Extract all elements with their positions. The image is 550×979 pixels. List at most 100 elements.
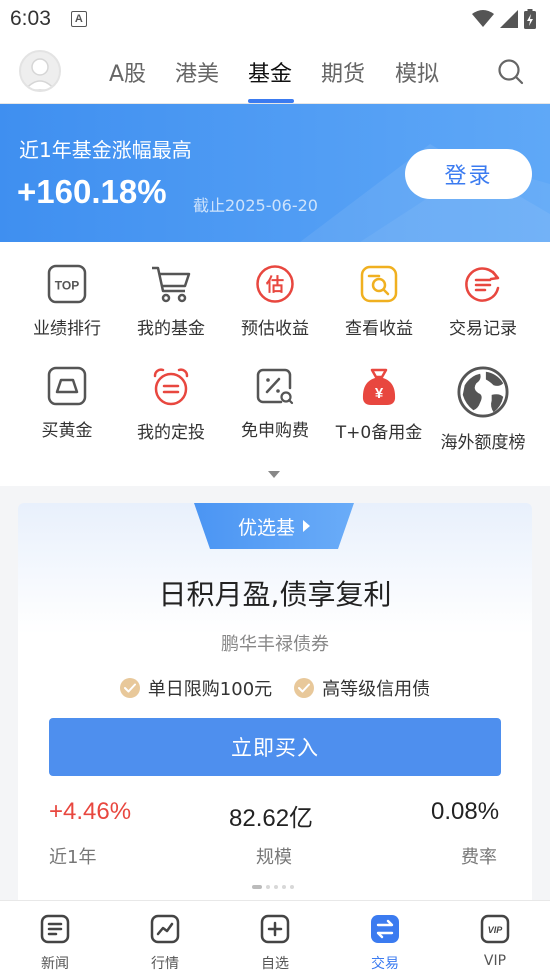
banner-date: 截止2025-06-20 xyxy=(193,196,318,215)
bottom-nav-label: 交易 xyxy=(371,956,399,972)
promo-banner[interactable]: 近1年基金涨幅最高 +160.18% 截止2025-06-20 登录 xyxy=(0,104,550,242)
svg-text:¥: ¥ xyxy=(375,385,384,402)
feature-item: 高等级信用债 xyxy=(294,675,430,701)
feature-label: 高等级信用债 xyxy=(322,679,431,700)
battery-icon xyxy=(524,9,536,29)
carousel-dot xyxy=(266,885,270,889)
search-doc-icon xyxy=(353,264,405,304)
cart-icon xyxy=(145,264,197,304)
watchlist-icon xyxy=(259,913,291,945)
market-icon xyxy=(149,913,181,945)
grid-item-buy-gold[interactable]: 买黄金 xyxy=(12,344,122,441)
grid-label: 业绩排行 xyxy=(33,319,101,339)
stat-size-value: 82.62亿 xyxy=(229,805,314,832)
grid-label: 交易记录 xyxy=(449,319,517,339)
bottom-nav-trade[interactable]: 交易 xyxy=(330,901,440,979)
gold-icon xyxy=(41,366,93,406)
grid-item-my-sip[interactable]: 我的定投 xyxy=(116,344,226,443)
buy-now-button[interactable]: 立即买入 xyxy=(49,718,501,776)
status-bar: 6:03 A xyxy=(0,0,550,38)
expand-arrow-icon[interactable] xyxy=(268,471,280,478)
bottom-nav-watchlist[interactable]: 自选 xyxy=(220,901,330,979)
estimate-icon: 估 xyxy=(249,264,301,304)
grid-item-t0-reserve[interactable]: ¥ T+0备用金 xyxy=(324,344,434,443)
avatar[interactable] xyxy=(19,50,61,92)
trade-icon xyxy=(369,913,401,945)
carousel-dots xyxy=(252,885,294,889)
grid-item-estimate-earnings[interactable]: 估 预估收益 xyxy=(220,242,330,339)
bottom-nav-market[interactable]: 行情 xyxy=(110,901,220,979)
money-bag-icon: ¥ xyxy=(353,366,405,408)
bottom-nav-news[interactable]: 新闻 xyxy=(0,901,110,979)
alarm-icon xyxy=(145,366,197,408)
card-title: 日积月盈,债享复利 xyxy=(158,578,392,611)
globe-icon xyxy=(457,366,509,418)
banner-title: 近1年基金涨幅最高 xyxy=(19,138,192,162)
status-icons xyxy=(472,9,536,29)
active-tab-indicator xyxy=(248,99,294,103)
svg-text:估: 估 xyxy=(265,274,284,296)
feature-grid: TOP 业绩排行 我的基金 估 预估收益 查看收益 交易记录 买黄金 我的定投 … xyxy=(0,242,550,486)
svg-text:VIP: VIP xyxy=(488,925,504,935)
stat-fee-label: 费率 xyxy=(461,847,497,868)
grid-item-overseas-quota[interactable]: 海外额度榜 xyxy=(428,344,538,453)
user-icon xyxy=(24,58,56,90)
play-arrow-icon xyxy=(303,520,310,532)
bottom-nav-vip[interactable]: VIP VIP xyxy=(440,901,550,979)
page: 6:03 A A股 港美 基金 期货 模拟 近1年基金涨幅最高 +160.18%… xyxy=(0,0,550,979)
tab-simulation[interactable]: 模拟 xyxy=(395,56,439,88)
discount-icon xyxy=(249,366,301,406)
tab-funds[interactable]: 基金 xyxy=(248,56,292,88)
grid-label: 买黄金 xyxy=(41,421,93,441)
featured-tag-label: 优选基 xyxy=(237,516,295,539)
check-icon xyxy=(294,678,315,698)
feature-label: 单日限购100元 xyxy=(147,679,273,700)
grid-item-performance-ranking[interactable]: TOP 业绩排行 xyxy=(12,242,122,339)
svg-text:TOP: TOP xyxy=(55,279,79,293)
featured-fund-card[interactable]: 优选基 日积月盈,债享复利 鹏华丰禄债券 单日限购100元 高等级信用债 立即买… xyxy=(18,503,532,913)
news-icon xyxy=(39,913,71,945)
feature-list: 单日限购100元 高等级信用债 xyxy=(18,675,532,701)
tab-futures[interactable]: 期货 xyxy=(321,56,365,88)
grid-item-my-funds[interactable]: 我的基金 xyxy=(116,242,226,339)
stat-return-value: +4.46% xyxy=(49,798,132,825)
carousel-dot xyxy=(290,885,294,889)
fund-name: 鹏华丰禄债券 xyxy=(221,634,329,655)
grid-label: 免申购费 xyxy=(241,421,309,441)
carousel-dot xyxy=(282,885,286,889)
signal-icon xyxy=(500,10,518,28)
record-icon xyxy=(457,264,509,304)
stat-fee-value: 0.08% xyxy=(431,798,500,825)
featured-tag[interactable]: 优选基 xyxy=(194,503,354,549)
bottom-nav-label: 自选 xyxy=(261,956,289,972)
grid-item-no-subscription-fee[interactable]: 免申购费 xyxy=(220,344,330,441)
notification-a-icon: A xyxy=(70,11,87,27)
login-button[interactable]: 登录 xyxy=(405,149,532,199)
bottom-nav: 新闻 行情 自选 交易 VIP VIP xyxy=(0,900,550,979)
check-icon xyxy=(119,678,140,698)
stat-size-label: 规模 xyxy=(256,847,292,868)
tab-hk-us[interactable]: 港美 xyxy=(175,56,219,88)
grid-label: 预估收益 xyxy=(241,319,309,339)
banner-return-value: +160.18% xyxy=(17,173,167,210)
bottom-nav-label: VIP xyxy=(483,953,507,969)
feature-item: 单日限购100元 xyxy=(119,675,273,701)
stat-return-label: 近1年 xyxy=(49,847,97,868)
grid-label: T+0备用金 xyxy=(335,423,423,443)
grid-label: 我的基金 xyxy=(137,319,205,339)
tab-a-shares[interactable]: A股 xyxy=(109,56,146,88)
grid-label: 海外额度榜 xyxy=(440,433,526,453)
grid-item-view-earnings[interactable]: 查看收益 xyxy=(324,242,434,339)
top-icon: TOP xyxy=(41,264,93,304)
bottom-nav-label: 行情 xyxy=(151,956,179,972)
vip-icon: VIP xyxy=(479,913,511,945)
status-time: 6:03 xyxy=(10,7,51,30)
carousel-dot xyxy=(274,885,278,889)
grid-label: 查看收益 xyxy=(345,319,413,339)
top-nav: A股 港美 基金 期货 模拟 xyxy=(0,38,550,104)
wifi-icon xyxy=(472,10,494,27)
grid-item-trade-records[interactable]: 交易记录 xyxy=(428,242,538,339)
carousel-dot xyxy=(252,885,262,889)
search-icon[interactable] xyxy=(497,58,525,86)
bottom-nav-label: 新闻 xyxy=(41,956,69,972)
